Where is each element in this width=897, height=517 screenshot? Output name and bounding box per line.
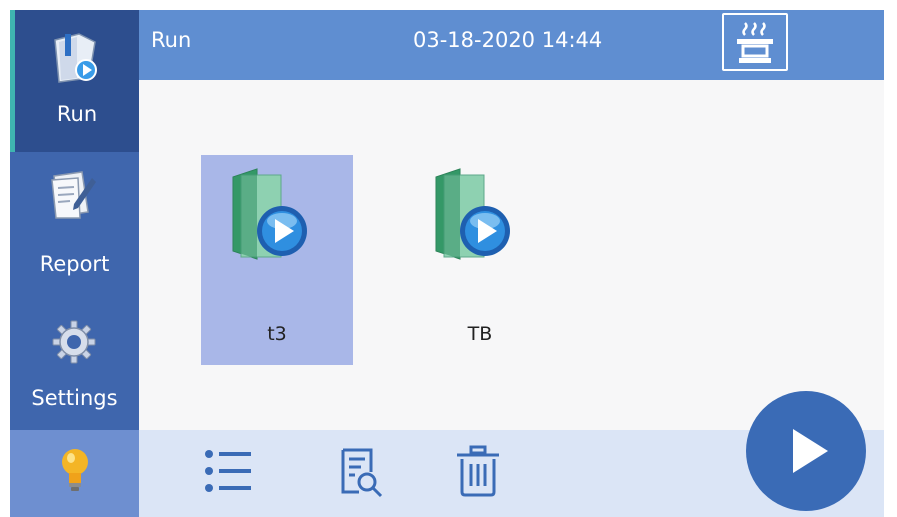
play-icon <box>793 429 828 473</box>
run-file-item[interactable]: t3 <box>201 155 353 365</box>
heater-icon <box>737 22 773 63</box>
list-view-button[interactable] <box>201 444 255 498</box>
sidebar-item-label: Report <box>39 252 110 276</box>
sidebar-item-report[interactable]: Report <box>10 152 139 290</box>
search-file-button[interactable] <box>331 444 385 498</box>
lightbulb-icon <box>62 449 88 491</box>
run-book-icon <box>54 33 97 83</box>
app-window: Run Report Settings Run 03-18-2020 14:44… <box>10 10 884 517</box>
run-file-item[interactable]: TB <box>404 155 556 365</box>
sidebar: Run Report Settings <box>10 10 139 517</box>
run-file-icon <box>435 168 510 260</box>
sidebar-item-run[interactable]: Run <box>10 10 139 152</box>
list-icon <box>205 450 251 492</box>
trash-icon <box>457 445 499 497</box>
gear-icon <box>52 320 96 364</box>
sidebar-item-tip[interactable] <box>10 430 139 517</box>
heater-status-button[interactable] <box>722 13 788 71</box>
start-run-button[interactable] <box>746 391 866 511</box>
file-name: TB <box>467 323 493 345</box>
report-icon <box>51 171 96 219</box>
header-bar: Run 03-18-2020 14:44 <box>139 10 884 80</box>
run-file-icon <box>232 168 307 260</box>
search-file-icon <box>341 448 383 498</box>
sidebar-item-label: Run <box>56 102 98 126</box>
delete-button[interactable] <box>451 444 505 498</box>
file-name: t3 <box>267 323 287 345</box>
sidebar-item-label: Settings <box>31 386 118 410</box>
sidebar-item-settings[interactable]: Settings <box>10 290 139 430</box>
page-title: Run <box>151 28 192 52</box>
file-area: t3 TB <box>139 80 884 430</box>
datetime-label: 03-18-2020 14:44 <box>413 28 603 52</box>
